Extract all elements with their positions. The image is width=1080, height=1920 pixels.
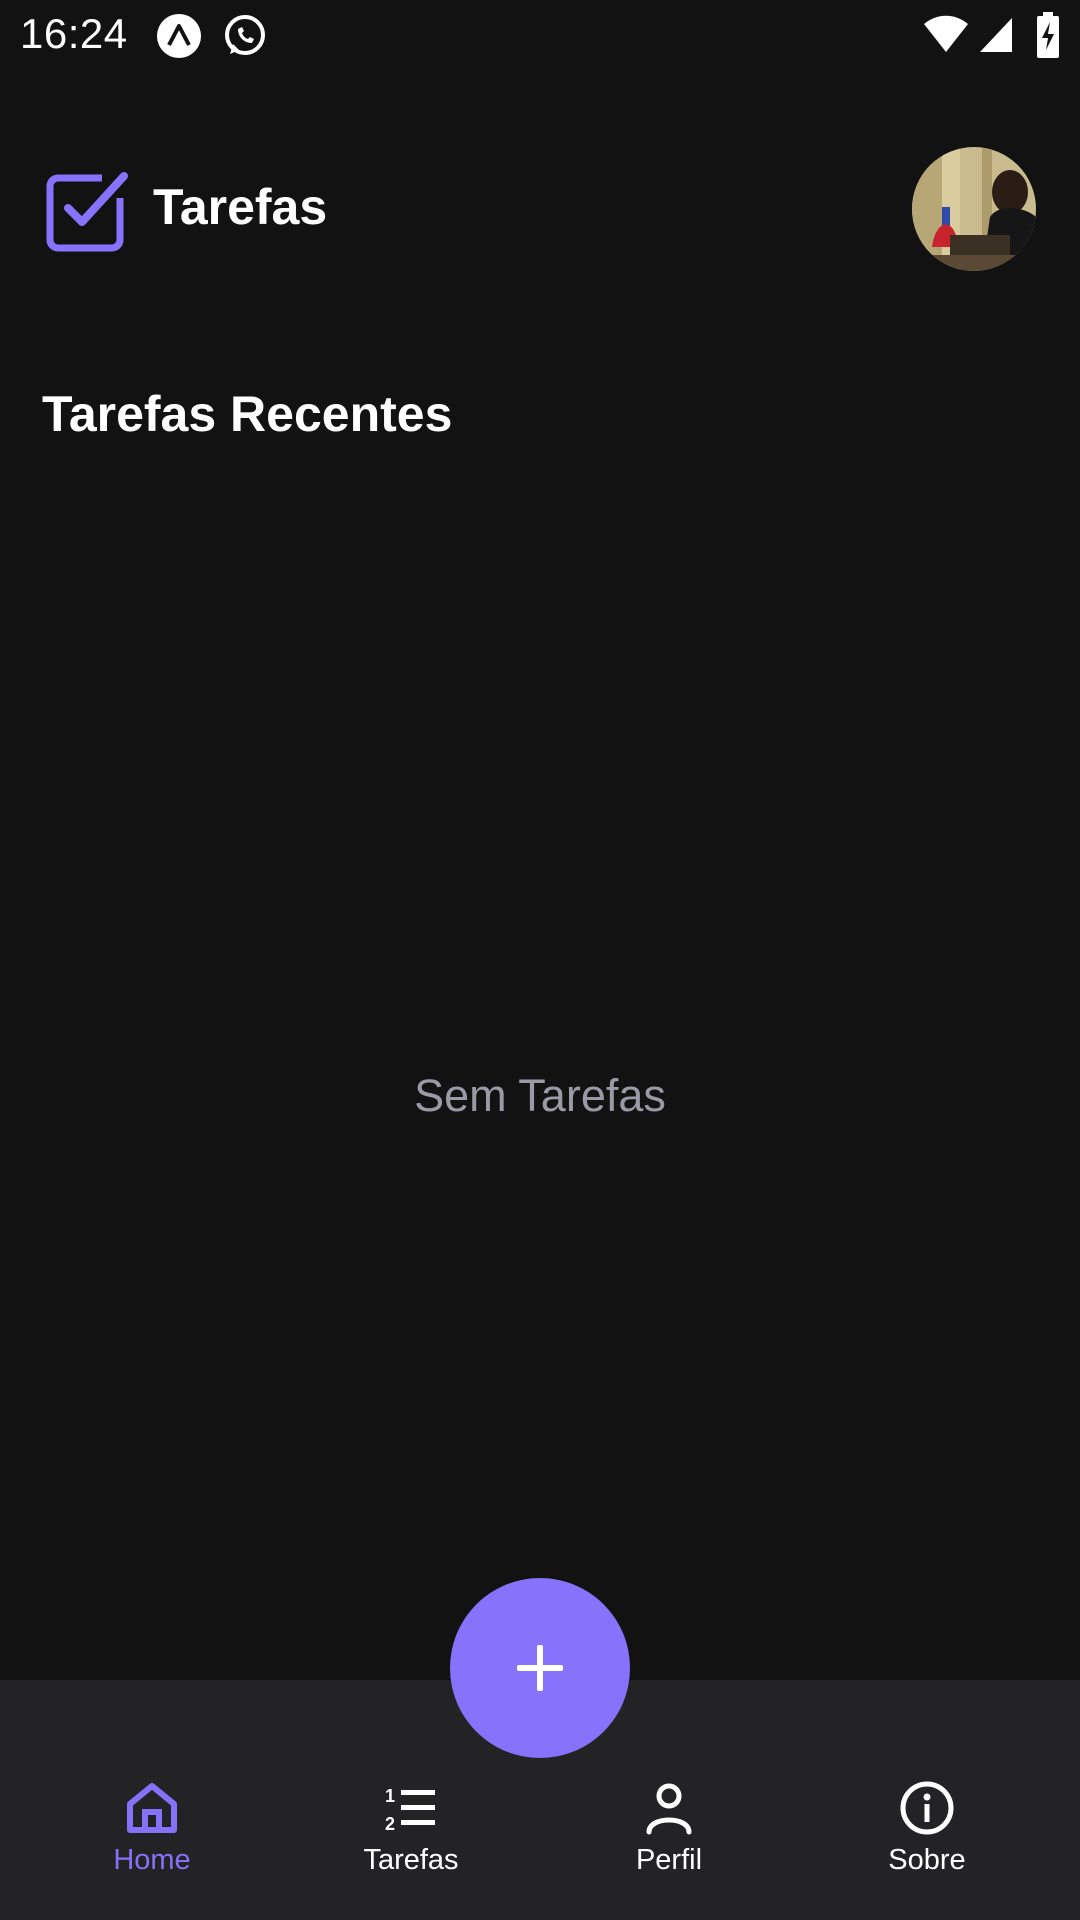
plus-icon: [517, 1645, 563, 1691]
nav-label-tarefas: Tarefas: [363, 1844, 459, 1876]
svg-text:1: 1: [385, 1786, 395, 1806]
status-bar: 16:24: [0, 0, 1080, 72]
nav-item-home[interactable]: Home: [52, 1780, 252, 1900]
expo-icon: [155, 12, 203, 65]
status-time: 16:24: [20, 10, 128, 57]
info-icon: [900, 1781, 954, 1835]
nav-item-tarefas[interactable]: 1 2 Tarefas: [311, 1780, 511, 1900]
list-icon: 1 2: [385, 1786, 435, 1834]
avatar[interactable]: [912, 147, 1036, 271]
nav-item-perfil[interactable]: Perfil: [569, 1780, 769, 1900]
add-task-button[interactable]: [450, 1578, 630, 1758]
app-title: Tarefas: [153, 179, 328, 235]
nav-item-sobre[interactable]: Sobre: [827, 1780, 1027, 1900]
home-icon: [127, 1783, 177, 1833]
cellular-signal-icon: [978, 16, 1014, 59]
nav-label-home: Home: [113, 1844, 191, 1876]
battery-charging-icon: [1036, 12, 1060, 63]
whatsapp-icon: [221, 12, 269, 65]
checkbox-icon: [44, 168, 132, 254]
user-icon: [646, 1783, 692, 1835]
nav-label-perfil: Perfil: [635, 1844, 703, 1876]
svg-text:2: 2: [385, 1814, 395, 1834]
wifi-icon: [922, 14, 970, 59]
app-screen: 16:24 Tarefas Tarefas Recentes Sem Taref…: [0, 0, 1080, 1920]
empty-state-text: Sem Tarefas: [414, 1070, 666, 1121]
section-title: Tarefas Recentes: [42, 386, 453, 442]
nav-label-sobre: Sobre: [888, 1844, 966, 1876]
